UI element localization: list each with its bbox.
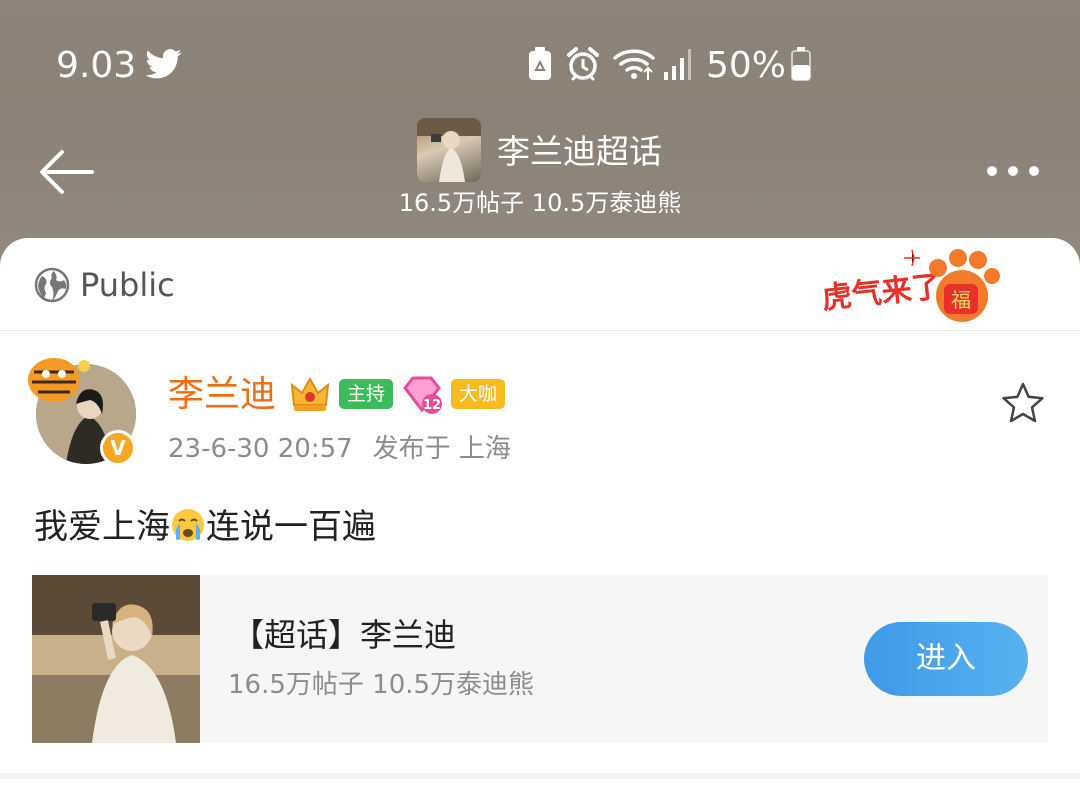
status-bar: 9.03 50%: [0, 0, 1080, 130]
svg-text:福: 福: [951, 288, 971, 312]
section-divider: [0, 773, 1080, 779]
author-name[interactable]: 李兰迪: [168, 372, 276, 418]
visibility-row: Public 虎气来了 福: [0, 238, 1080, 331]
post-text-part-2: 连说一百遍: [206, 507, 376, 547]
topic-stats: 16.5万帖子 10.5万泰迪熊: [398, 189, 682, 217]
topic-avatar[interactable]: [417, 118, 481, 182]
more-options-icon[interactable]: [980, 154, 1046, 188]
host-badge: 主持: [339, 379, 393, 409]
crying-face-emoji-icon: [172, 509, 204, 541]
diamond-level-icon: 12: [403, 376, 442, 414]
topic-title: 李兰迪超话: [497, 132, 662, 171]
post-card: Public 虎气来了 福 V 李兰迪 主持 12 大咖 23-6-30 20:…: [0, 238, 1080, 798]
topic-link-card[interactable]: 【超话】李兰迪 16.5万帖子 10.5万泰迪熊 进入: [32, 575, 1048, 743]
post-text: 我爱上海 连说一百遍: [34, 504, 376, 550]
post-location: 发布于 上海: [372, 434, 511, 464]
verified-badge: V: [100, 430, 136, 466]
signal-icon: [664, 49, 691, 80]
alarm-icon: [567, 47, 599, 81]
svg-text:虎气来了: 虎气来了: [820, 269, 943, 316]
svg-text:12: 12: [423, 398, 441, 413]
crown-icon: [290, 376, 330, 411]
author-avatar[interactable]: V: [24, 352, 144, 472]
enter-button[interactable]: 进入: [864, 622, 1028, 696]
topic-thumbnail: [32, 575, 200, 743]
status-time: 9.03: [56, 45, 137, 86]
wifi-icon: [613, 49, 655, 80]
topic-card-title: 【超话】李兰迪: [232, 616, 457, 654]
post-text-part-1: 我爱上海: [34, 507, 170, 547]
topic-card-stats: 16.5万帖子 10.5万泰迪熊: [228, 670, 535, 700]
globe-icon: [34, 267, 70, 303]
post-timestamp: 23-6-30 20:57: [168, 434, 353, 464]
battery-saver-icon: [529, 47, 551, 80]
twitter-icon: [146, 49, 182, 79]
vip-badge: 大咖: [451, 379, 505, 409]
tiger-paw-banner[interactable]: 虎气来了 福: [816, 246, 1006, 326]
favorite-star-icon[interactable]: [1000, 380, 1046, 426]
battery-percent: 50%: [706, 45, 787, 86]
post-meta: 23-6-30 20:57 发布于 上海: [168, 431, 511, 467]
topic-avatar-image: [417, 118, 481, 182]
tiger-pendant-icon: [28, 358, 90, 402]
visibility-label: Public: [80, 266, 175, 304]
battery-icon: [791, 47, 811, 81]
